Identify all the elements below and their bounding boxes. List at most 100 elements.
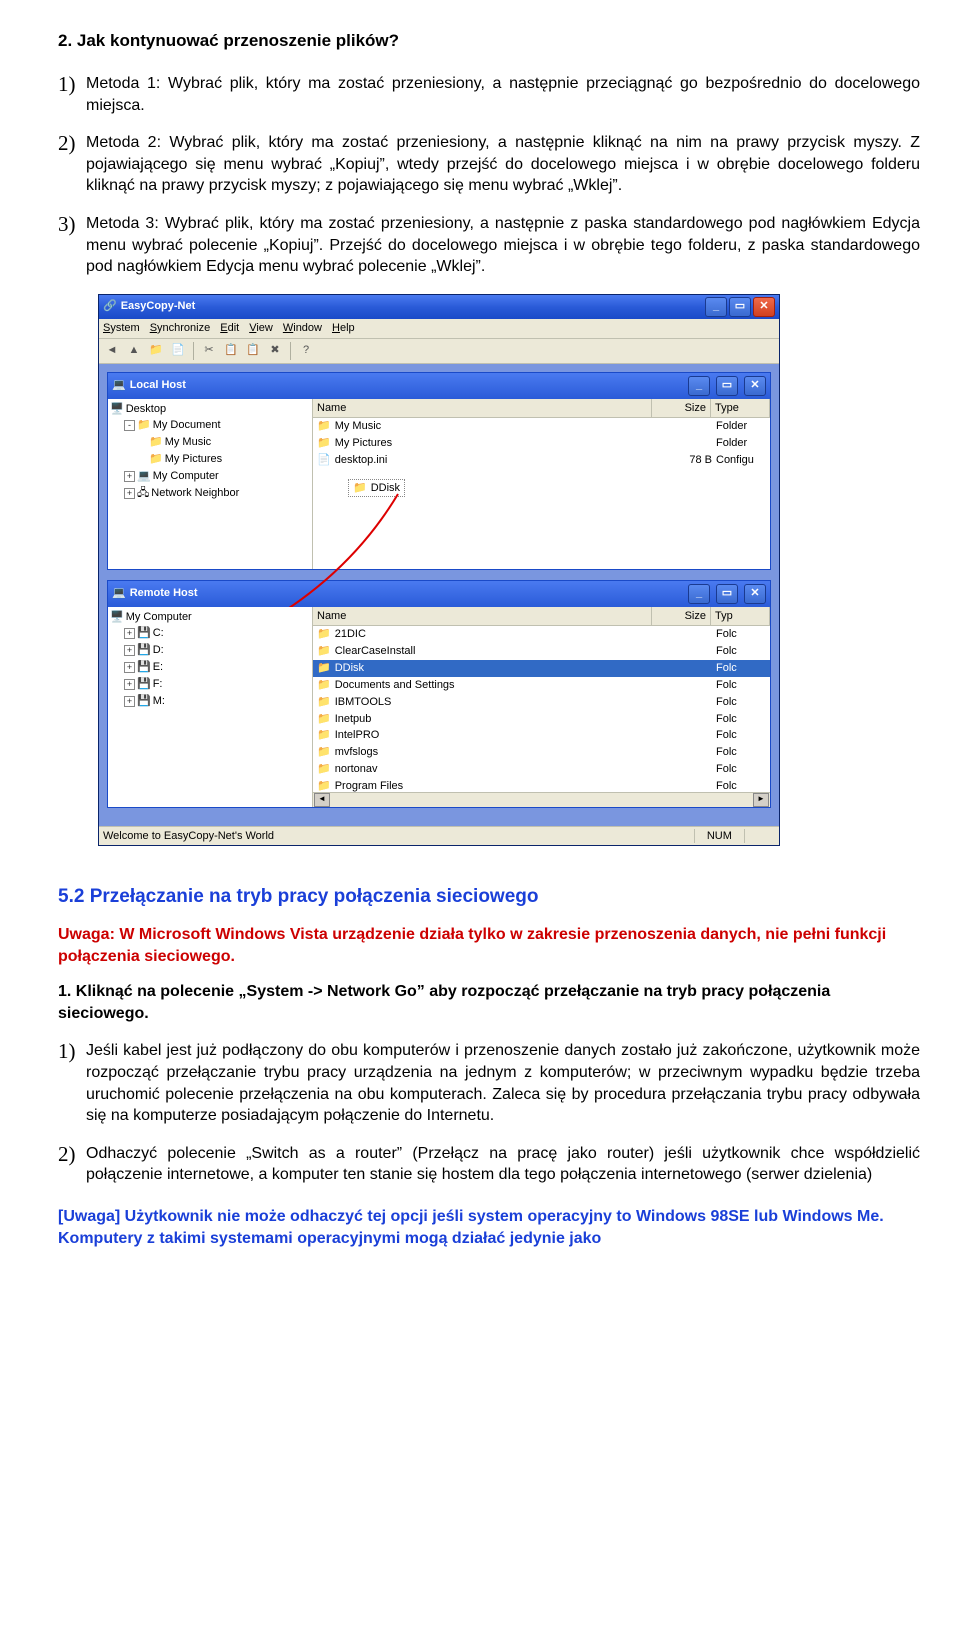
method-item: 3)Metoda 3: Wybrać plik, który ma zostać…: [58, 213, 920, 278]
list-row[interactable]: 📁InetpubFolc: [313, 711, 770, 728]
list-row[interactable]: 📁DDiskFolc: [313, 660, 770, 677]
nav-up-icon[interactable]: ▲: [125, 342, 143, 360]
menu-window[interactable]: Window: [283, 322, 322, 334]
tree-item[interactable]: + 💾 F:: [110, 676, 310, 693]
expand-icon[interactable]: +: [124, 488, 135, 499]
menu-system[interactable]: System: [103, 322, 140, 334]
list-number: 1): [58, 1037, 76, 1065]
status-grip: [744, 829, 775, 844]
paste-icon[interactable]: 📋: [244, 342, 262, 360]
new-file-icon[interactable]: 📄: [169, 342, 187, 360]
list-item: 1)Jeśli kabel jest już podłączony do obu…: [58, 1040, 920, 1126]
list-number: 3): [58, 210, 76, 238]
list-row[interactable]: 📁My PicturesFolder: [313, 435, 770, 452]
child-maximize-button[interactable]: ▭: [716, 376, 738, 396]
list-row[interactable]: 📁IBMTOOLSFolc: [313, 694, 770, 711]
remote-tree[interactable]: 🖥️ My Computer+ 💾 C:+ 💾 D:+ 💾 E:+ 💾 F:+ …: [108, 607, 313, 807]
local-titlebar: 💻 Local Host _ ▭ ✕: [108, 373, 770, 399]
column-header[interactable]: Typ: [711, 607, 770, 626]
minimize-button[interactable]: _: [705, 297, 727, 317]
tree-root[interactable]: 🖥️ Desktop: [110, 401, 310, 418]
column-header[interactable]: Type: [711, 399, 770, 418]
remote-listview[interactable]: NameSizeTyp 📁21DICFolc📁ClearCaseInstallF…: [313, 607, 770, 807]
remote-hscroll[interactable]: ◄ ►: [313, 792, 770, 807]
tree-node-icon: 💾: [137, 660, 151, 675]
tree-node-icon: 💾: [137, 677, 151, 692]
help-icon[interactable]: ?: [297, 342, 315, 360]
menu-help[interactable]: Help: [332, 322, 355, 334]
child-close-button[interactable]: ✕: [744, 376, 766, 396]
file-icon: 📁: [317, 762, 331, 777]
expand-icon[interactable]: +: [124, 628, 135, 639]
expand-icon[interactable]: [138, 455, 147, 464]
close-button[interactable]: ✕: [753, 297, 775, 317]
methods-list: 1)Metoda 1: Wybrać plik, który ma zostać…: [58, 73, 920, 278]
section-heading: 2. Jak kontynuować przenoszenie plików?: [58, 30, 920, 53]
copy-icon[interactable]: 📋: [222, 342, 240, 360]
mdi-area: 💻 Local Host _ ▭ ✕ 🖥️ Desktop- 📁 My Docu…: [99, 364, 779, 826]
tree-item[interactable]: + 🖧 Network Neighbor: [110, 485, 310, 502]
column-header[interactable]: Size: [652, 607, 711, 626]
file-icon: 📄: [317, 453, 331, 468]
file-icon: 📁: [317, 644, 331, 659]
list-row[interactable]: 📁mvfslogsFolc: [313, 744, 770, 761]
column-header[interactable]: Name: [313, 607, 652, 626]
expand-icon[interactable]: +: [124, 662, 135, 673]
tree-item[interactable]: 📁 My Pictures: [110, 451, 310, 468]
list-row[interactable]: 📁IntelPROFolc: [313, 727, 770, 744]
list-number: 1): [58, 70, 76, 98]
child-minimize-button[interactable]: _: [688, 376, 710, 396]
tree-item[interactable]: + 💾 D:: [110, 642, 310, 659]
expand-icon[interactable]: +: [124, 471, 135, 482]
tree-node-icon: 💻: [137, 469, 151, 484]
expand-icon[interactable]: -: [124, 420, 135, 431]
remote-list-body[interactable]: 📁21DICFolc📁ClearCaseInstallFolc📁DDiskFol…: [313, 626, 770, 791]
file-icon: 📁: [317, 712, 331, 727]
footer-note: [Uwaga] Użytkownik nie może odhaczyć tej…: [58, 1206, 920, 1249]
tree-root[interactable]: 🖥️ My Computer: [110, 609, 310, 626]
tree-node-icon: 📁: [149, 452, 163, 467]
maximize-button[interactable]: ▭: [729, 297, 751, 317]
delete-icon[interactable]: ✖: [266, 342, 284, 360]
list-row[interactable]: 📁nortonavFolc: [313, 761, 770, 778]
remote-columns: NameSizeTyp: [313, 607, 770, 627]
tree-item[interactable]: - 📁 My Document: [110, 417, 310, 434]
scroll-left-icon[interactable]: ◄: [314, 793, 330, 807]
menu-view[interactable]: View: [249, 322, 273, 334]
tree-node-icon: 💾: [137, 694, 151, 709]
child-minimize-button[interactable]: _: [688, 584, 710, 604]
list-row[interactable]: 📁21DICFolc: [313, 626, 770, 643]
column-header[interactable]: Size: [652, 399, 711, 418]
list-row[interactable]: 📁My MusicFolder: [313, 418, 770, 435]
scroll-right-icon[interactable]: ►: [753, 793, 769, 807]
local-host-window: 💻 Local Host _ ▭ ✕ 🖥️ Desktop- 📁 My Docu…: [107, 372, 771, 570]
secondary-list: 1)Jeśli kabel jest już podłączony do obu…: [58, 1040, 920, 1186]
tree-item[interactable]: + 💾 C:: [110, 625, 310, 642]
child-close-button[interactable]: ✕: [744, 584, 766, 604]
nav-back-icon[interactable]: ◄: [103, 342, 121, 360]
tree-item[interactable]: + 💾 M:: [110, 693, 310, 710]
tree-item[interactable]: + 💻 My Computer: [110, 468, 310, 485]
local-columns: NameSizeType: [313, 399, 770, 419]
file-icon: 📁: [317, 678, 331, 693]
expand-icon[interactable]: [138, 438, 147, 447]
menu-synchronize[interactable]: Synchronize: [150, 322, 211, 334]
expand-icon[interactable]: +: [124, 645, 135, 656]
tree-item[interactable]: 📁 My Music: [110, 434, 310, 451]
file-icon: 📁: [317, 627, 331, 642]
child-maximize-button[interactable]: ▭: [716, 584, 738, 604]
expand-icon[interactable]: +: [124, 679, 135, 690]
tree-item[interactable]: + 💾 E:: [110, 659, 310, 676]
menu-edit[interactable]: Edit: [220, 322, 239, 334]
folder-icon[interactable]: 📁: [147, 342, 165, 360]
list-row[interactable]: 📁Program FilesFolc: [313, 778, 770, 792]
expand-icon[interactable]: +: [124, 696, 135, 707]
list-row[interactable]: 📁ClearCaseInstallFolc: [313, 643, 770, 660]
list-row[interactable]: 📄desktop.ini78 BConfigu: [313, 452, 770, 469]
column-header[interactable]: Name: [313, 399, 652, 418]
window-title: EasyCopy-Net: [117, 299, 703, 314]
list-row[interactable]: 📁Documents and SettingsFolc: [313, 677, 770, 694]
local-tree[interactable]: 🖥️ Desktop- 📁 My Document 📁 My Music 📁 M…: [108, 399, 313, 569]
cut-icon[interactable]: ✂: [200, 342, 218, 360]
file-icon: 📁: [317, 436, 331, 451]
